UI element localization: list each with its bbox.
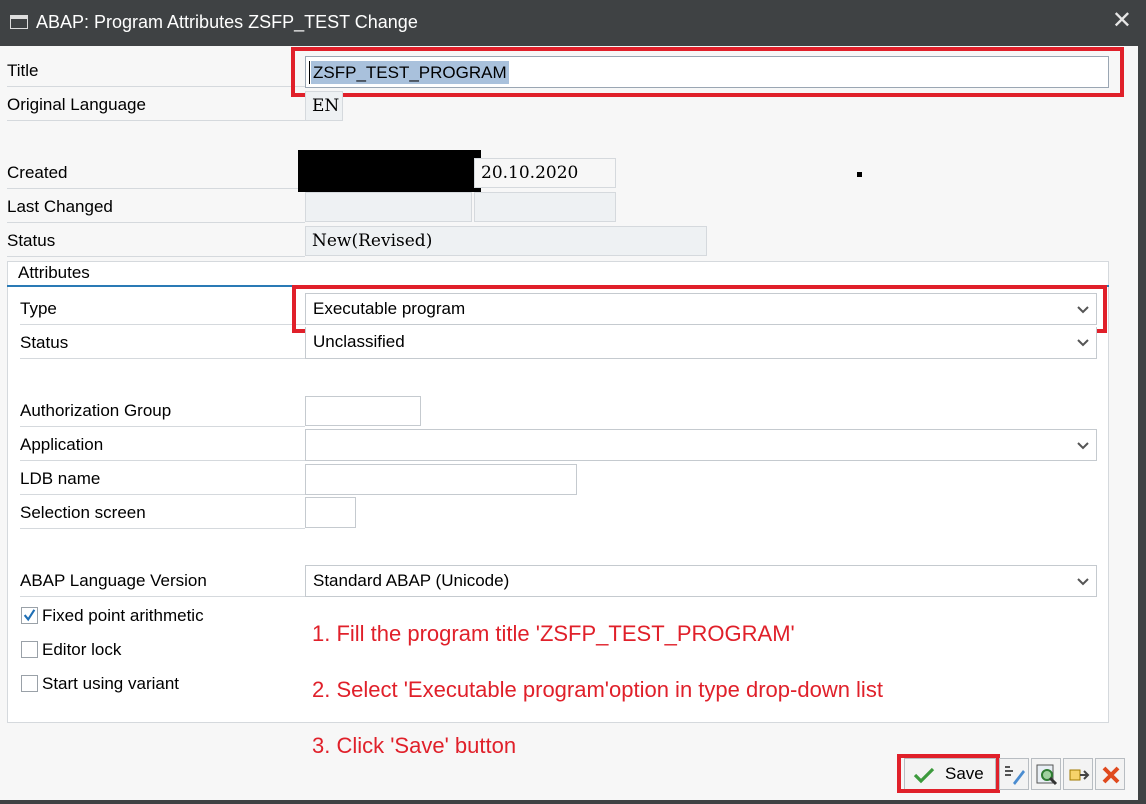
stray-dot: [857, 172, 862, 177]
translate-button[interactable]: [1063, 758, 1093, 790]
original-language-value: EN: [305, 91, 343, 121]
original-language-label: Original Language: [7, 88, 305, 121]
annotation-box-save: [897, 754, 1000, 793]
pencil-wand-icon: [1005, 766, 1025, 785]
annotation-box-title: [291, 47, 1124, 97]
created-label: Created: [7, 156, 305, 189]
selection-screen-label: Selection screen: [20, 496, 305, 529]
window-menu-icon[interactable]: [10, 15, 28, 29]
status-value: New(Revised): [305, 226, 707, 256]
abap-language-version-dropdown[interactable]: Standard ABAP (Unicode): [305, 565, 1097, 597]
instruction-note-1: 1. Fill the program title 'ZSFP_TEST_PRO…: [312, 621, 795, 646]
editor-lock-label: Editor lock: [42, 640, 122, 659]
authorization-group-label: Authorization Group: [20, 394, 305, 427]
chevron-down-icon[interactable]: [1076, 439, 1090, 453]
annotation-box-type: [292, 285, 1107, 333]
attributes-group-title: Attributes: [18, 263, 90, 282]
close-icon[interactable]: ✕: [1112, 9, 1132, 33]
abap-language-version-value: Standard ABAP (Unicode): [313, 571, 510, 590]
chevron-down-icon[interactable]: [1076, 575, 1090, 589]
ldb-name-input[interactable]: [305, 464, 577, 495]
abap-language-version-label: ABAP Language Version: [20, 564, 305, 597]
redaction-block: [298, 150, 481, 192]
transfer-icon: [1069, 769, 1090, 781]
type-label: Type: [20, 292, 305, 325]
created-date-value: 20.10.2020: [474, 158, 616, 188]
fixed-point-arithmetic-checkbox[interactable]: [21, 607, 38, 624]
program-status-value: Unclassified: [313, 332, 405, 351]
program-status-dropdown[interactable]: Unclassified: [305, 327, 1097, 359]
magnifier-icon: [1036, 764, 1058, 786]
editor-lock-checkbox[interactable]: [21, 641, 38, 658]
window-title: ABAP: Program Attributes ZSFP_TEST Chang…: [36, 12, 418, 32]
find-button[interactable]: [1031, 758, 1061, 790]
title-label: Title: [7, 54, 305, 87]
cancel-button[interactable]: [1095, 758, 1125, 790]
cancel-x-icon: [1102, 766, 1120, 784]
fixed-point-arithmetic-label: Fixed point arithmetic: [42, 606, 204, 625]
start-using-variant-checkbox[interactable]: [21, 675, 38, 692]
last-changed-date-field: [474, 192, 616, 222]
pretty-printer-button[interactable]: [999, 758, 1029, 790]
window-border-bottom: [0, 800, 1146, 804]
selection-screen-input[interactable]: [305, 497, 356, 528]
instruction-note-3: 3. Click 'Save' button: [312, 733, 517, 758]
application-dropdown[interactable]: [305, 429, 1097, 461]
program-status-label: Status: [20, 326, 305, 359]
status-label: Status: [7, 224, 305, 257]
instruction-note-2: 2. Select 'Executable program'option in …: [312, 677, 883, 702]
window-titlebar: ABAP: Program Attributes ZSFP_TEST Chang…: [0, 0, 1146, 46]
ldb-name-label: LDB name: [20, 462, 305, 495]
window-border: [1138, 46, 1146, 804]
last-changed-label: Last Changed: [7, 190, 305, 223]
start-using-variant-label: Start using variant: [42, 674, 180, 693]
last-changed-by-field: [305, 192, 472, 222]
application-label: Application: [20, 428, 305, 461]
authorization-group-input[interactable]: [305, 396, 421, 426]
checkmark-icon: [23, 609, 36, 622]
chevron-down-icon[interactable]: [1076, 336, 1090, 350]
